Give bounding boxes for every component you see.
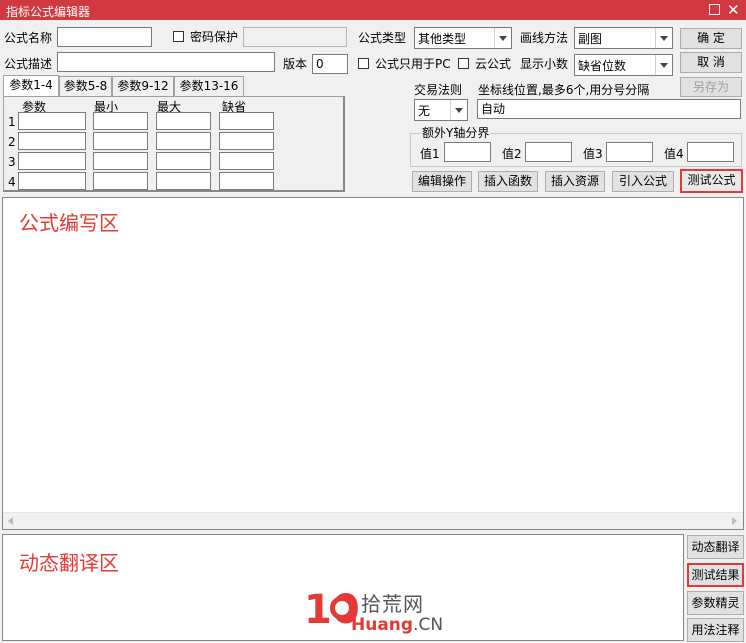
row-number: 1 <box>8 115 16 129</box>
formula-name-input[interactable] <box>57 27 152 47</box>
y3-input[interactable] <box>606 142 653 162</box>
insert-function-button[interactable]: 插入函数 <box>478 171 538 192</box>
param-default-input[interactable] <box>219 172 274 190</box>
formula-editor[interactable]: 公式编写区 <box>2 197 744 530</box>
pc-only-label: 公式只用于PC <box>375 57 451 71</box>
chevron-down-icon[interactable] <box>655 55 672 75</box>
cloud-checkbox[interactable] <box>458 58 469 69</box>
param-name-input[interactable] <box>18 112 86 130</box>
row-number: 4 <box>8 175 16 189</box>
params-panel: 参数 最小 最大 缺省 1 2 3 4 <box>3 96 345 192</box>
y1-input[interactable] <box>444 142 491 162</box>
decimals-select[interactable]: 缺省位数 <box>574 54 673 76</box>
param-max-input[interactable] <box>156 112 211 130</box>
param-name-input[interactable] <box>18 172 86 190</box>
formula-name-label: 公式名称 <box>4 31 53 45</box>
trade-rule-select[interactable]: 无 <box>414 99 468 121</box>
y4-input[interactable] <box>687 142 734 162</box>
formula-type-value: 其他类型 <box>418 32 467 46</box>
password-input[interactable] <box>243 27 347 47</box>
version-input[interactable]: 0 <box>312 54 348 74</box>
param-name-input[interactable] <box>18 152 86 170</box>
formula-desc-input[interactable] <box>57 52 275 72</box>
cancel-button[interactable]: 取 消 <box>680 52 742 73</box>
window-title: 指标公式编辑器 <box>6 5 91 19</box>
param-default-input[interactable] <box>219 112 274 130</box>
y1-label: 值1 <box>420 147 440 161</box>
y-axis-group-title: 额外Y轴分界 <box>421 126 491 140</box>
maximize-icon[interactable] <box>709 4 720 15</box>
chevron-down-icon[interactable] <box>494 28 511 48</box>
watermark-en: Huang.CN <box>351 615 444 635</box>
edit-ops-button[interactable]: 编辑操作 <box>412 171 472 192</box>
editor-annotation: 公式编写区 <box>19 211 119 235</box>
y3-label: 值3 <box>583 147 603 161</box>
formula-desc-label: 公式描述 <box>4 57 53 71</box>
save-as-button[interactable]: 另存为 <box>680 77 742 97</box>
coord-hint-label: 坐标线位置,最多6个,用分号分隔 <box>478 83 650 97</box>
tab-params-1-4[interactable]: 参数1-4 <box>3 75 59 96</box>
title-bar: 指标公式编辑器 ✕ <box>0 0 746 20</box>
tab-params-13-16[interactable]: 参数13-16 <box>174 76 244 96</box>
pc-only-checkbox[interactable] <box>358 58 369 69</box>
cloud-label: 云公式 <box>475 57 512 71</box>
param-name-input[interactable] <box>18 132 86 150</box>
insert-resource-button[interactable]: 插入资源 <box>545 171 605 192</box>
draw-method-label: 画线方法 <box>520 31 569 45</box>
param-min-input[interactable] <box>93 152 148 170</box>
password-checkbox[interactable] <box>173 31 184 42</box>
y2-label: 值2 <box>502 147 522 161</box>
close-icon[interactable]: ✕ <box>727 0 740 20</box>
dynamic-translate-button[interactable]: 动态翻译 <box>687 535 744 559</box>
param-wizard-button[interactable]: 参数精灵 <box>687 591 744 615</box>
formula-type-select[interactable]: 其他类型 <box>414 27 512 49</box>
y-axis-group: 额外Y轴分界 值1 值2 值3 值4 <box>410 126 742 167</box>
scroll-left-icon[interactable] <box>8 517 13 525</box>
param-max-input[interactable] <box>156 152 211 170</box>
test-result-button[interactable]: 测试结果 <box>687 563 744 587</box>
coord-input[interactable]: 自动 <box>477 99 741 119</box>
trade-rule-label: 交易法则 <box>414 83 463 97</box>
tab-params-9-12[interactable]: 参数9-12 <box>112 76 174 96</box>
param-default-input[interactable] <box>219 132 274 150</box>
horizontal-scrollbar[interactable] <box>3 512 743 529</box>
param-min-input[interactable] <box>93 172 148 190</box>
import-formula-button[interactable]: 引入公式 <box>612 171 674 192</box>
row-number: 2 <box>8 135 16 149</box>
scroll-right-icon[interactable] <box>732 517 737 525</box>
trade-rule-value: 无 <box>418 104 431 118</box>
param-max-input[interactable] <box>156 172 211 190</box>
param-default-input[interactable] <box>219 152 274 170</box>
param-max-input[interactable] <box>156 132 211 150</box>
decimals-label: 显示小数 <box>520 57 569 71</box>
param-min-input[interactable] <box>93 112 148 130</box>
y4-label: 值4 <box>664 147 684 161</box>
param-min-input[interactable] <box>93 132 148 150</box>
test-formula-button[interactable]: 测试公式 <box>680 169 743 193</box>
draw-method-value: 副图 <box>578 32 603 46</box>
chevron-down-icon[interactable] <box>655 28 672 48</box>
decimals-value: 缺省位数 <box>578 59 627 73</box>
tab-params-5-8[interactable]: 参数5-8 <box>59 76 112 96</box>
ok-button[interactable]: 确 定 <box>680 28 742 49</box>
formula-type-label: 公式类型 <box>358 31 407 45</box>
chevron-down-icon[interactable] <box>450 100 467 120</box>
usage-notes-button[interactable]: 用法注释 <box>687 618 744 642</box>
version-label: 版本 <box>283 57 308 71</box>
password-label: 密码保护 <box>190 30 239 44</box>
draw-method-select[interactable]: 副图 <box>574 27 673 49</box>
watermark-cn: 拾荒网 <box>361 592 424 616</box>
translate-annotation: 动态翻译区 <box>19 551 119 575</box>
y2-input[interactable] <box>525 142 572 162</box>
row-number: 3 <box>8 155 16 169</box>
